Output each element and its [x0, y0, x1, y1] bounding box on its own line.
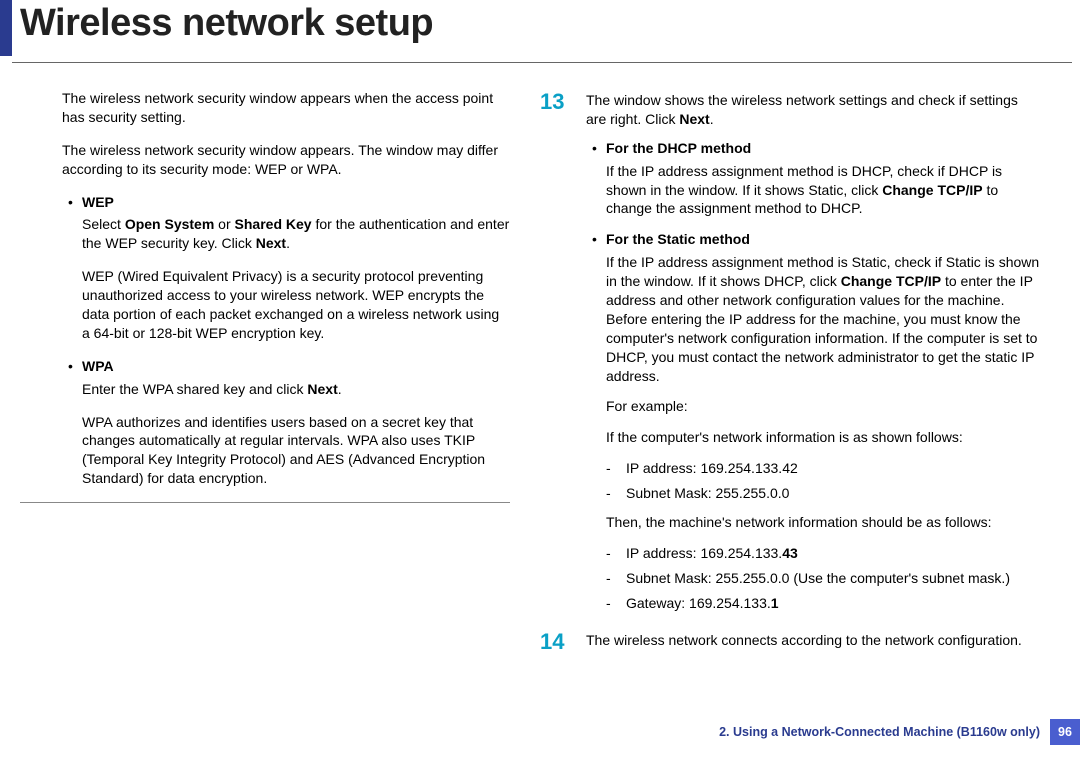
dhcp-label: For the DHCP method [606, 140, 751, 156]
step14-text: The wireless network connects according … [586, 631, 1040, 650]
static-label: For the Static method [606, 231, 750, 247]
text: . [338, 381, 342, 397]
machine-gateway: Gateway: 169.254.133.1 [586, 594, 1040, 613]
example-subnet: Subnet Mask: 255.255.0.0 [586, 484, 1040, 503]
left-intro-1: The wireless network security window app… [20, 89, 510, 127]
text: Enter the WPA shared key and click [82, 381, 307, 397]
wep-heading: WEP [20, 193, 510, 212]
text: . [286, 235, 290, 251]
text: IP address: 169.254.133. [626, 545, 782, 561]
text: or [214, 216, 234, 232]
title-accent-bar [0, 0, 12, 56]
text: Gateway: 169.254.133. [626, 595, 771, 611]
footer-text: 2. Using a Network-Connected Machine (B1… [719, 725, 1050, 739]
machine-subnet: Subnet Mask: 255.255.0.0 (Use the comput… [586, 569, 1040, 588]
example-label: For example: [586, 397, 1040, 416]
example-ip: IP address: 169.254.133.42 [586, 459, 1040, 478]
dhcp-heading: For the DHCP method [586, 139, 1040, 158]
bold-text: Next [256, 235, 286, 251]
text: to enter the IP address and other networ… [606, 273, 1037, 383]
content-columns: The wireless network security window app… [0, 63, 1080, 669]
static-heading: For the Static method [586, 230, 1040, 249]
wep-line1: Select Open System or Shared Key for the… [20, 215, 510, 253]
text: The window shows the wireless network se… [586, 92, 1018, 127]
step-14: 14 The wireless network connects accordi… [540, 629, 1040, 660]
step-13-body: The window shows the wireless network se… [586, 89, 1040, 619]
bold-text: Next [307, 381, 337, 397]
text: Select [82, 216, 125, 232]
right-column: 13 The window shows the wireless network… [540, 89, 1040, 669]
step-13: 13 The window shows the wireless network… [540, 89, 1040, 619]
bold-text: Next [679, 111, 709, 127]
wep-label: WEP [82, 194, 114, 210]
step13-p1: The window shows the wireless network se… [586, 91, 1040, 129]
wpa-line1: Enter the WPA shared key and click Next. [20, 380, 510, 399]
page-footer: 2. Using a Network-Connected Machine (B1… [719, 719, 1080, 745]
bold-text: Change TCP/IP [882, 182, 982, 198]
bold-text: 43 [782, 545, 798, 561]
step-number-14: 14 [540, 629, 572, 660]
then-label: Then, the machine's network information … [586, 513, 1040, 532]
bold-text: Change TCP/IP [841, 273, 941, 289]
machine-ip: IP address: 169.254.133.43 [586, 544, 1040, 563]
page-header: Wireless network setup [0, 0, 1080, 56]
wpa-line2: WPA authorizes and identifies users base… [20, 413, 510, 489]
page-title: Wireless network setup [20, 0, 433, 56]
page-number-badge: 96 [1050, 719, 1080, 745]
left-column-rule [20, 502, 510, 503]
bold-text: Shared Key [235, 216, 312, 232]
dhcp-body: If the IP address assignment method is D… [586, 162, 1040, 219]
bold-text: Open System [125, 216, 214, 232]
left-intro-2: The wireless network security window app… [20, 141, 510, 179]
text: . [710, 111, 714, 127]
wpa-label: WPA [82, 358, 114, 374]
wpa-heading: WPA [20, 357, 510, 376]
left-column: The wireless network security window app… [20, 89, 510, 669]
bold-text: 1 [771, 595, 779, 611]
static-body: If the IP address assignment method is S… [586, 253, 1040, 385]
example-intro: If the computer's network information is… [586, 428, 1040, 447]
step-14-body: The wireless network connects according … [586, 629, 1040, 660]
wep-line2: WEP (Wired Equivalent Privacy) is a secu… [20, 267, 510, 343]
step-number-13: 13 [540, 89, 572, 619]
